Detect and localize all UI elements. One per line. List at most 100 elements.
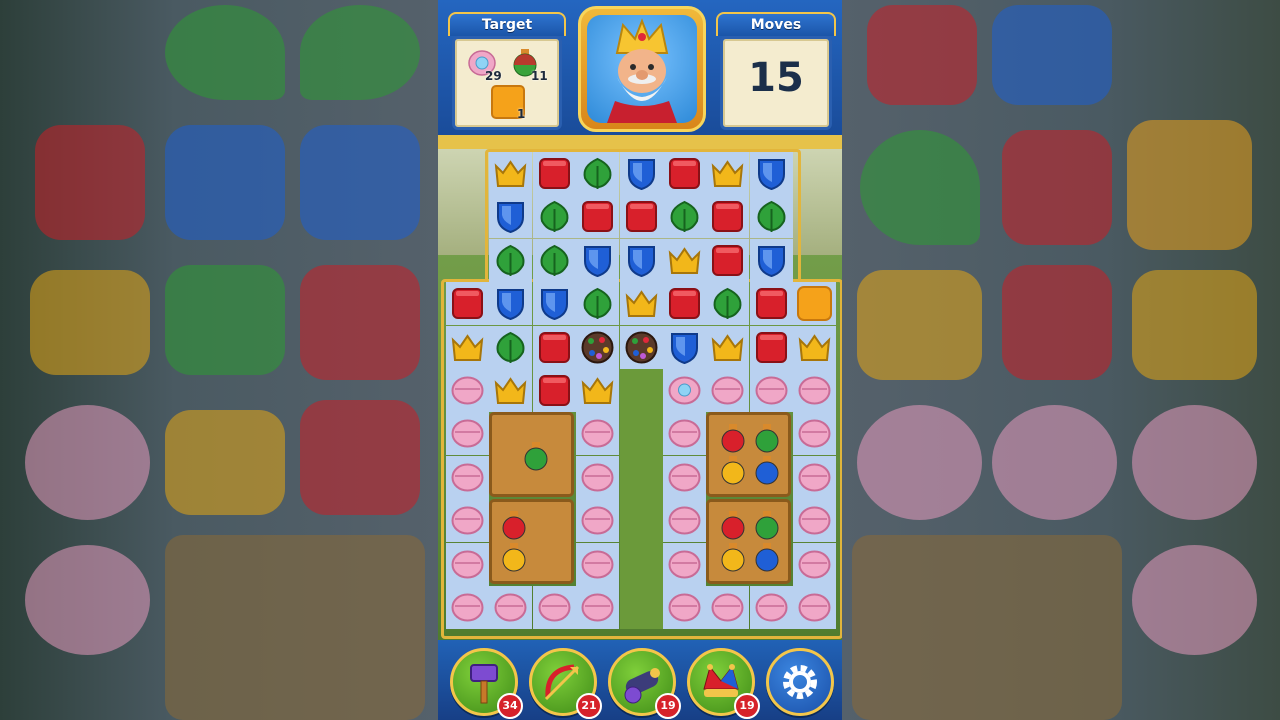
yellow-crown-tile[interactable] — [706, 325, 750, 369]
pink-shell-tile[interactable] — [793, 499, 837, 543]
pink-shell-tile[interactable] — [576, 499, 620, 543]
green-leaf-tile[interactable] — [489, 238, 533, 282]
pink-shell-tile[interactable] — [576, 586, 620, 629]
yellow-crown-tile[interactable] — [489, 369, 533, 412]
pink-shell-tile-icon — [581, 419, 614, 448]
red-book-tile[interactable] — [663, 152, 706, 195]
pink-shell-tile[interactable] — [446, 586, 489, 629]
green-leaf-tile[interactable] — [532, 195, 576, 239]
pink-shell-tile[interactable] — [663, 455, 706, 499]
pink-shell-tile[interactable] — [576, 542, 620, 586]
blue-shield-tile[interactable] — [489, 282, 533, 326]
pink-shell-tile[interactable] — [793, 369, 837, 412]
pink-shell-tile[interactable] — [446, 542, 489, 586]
pink-shell-tile[interactable] — [446, 455, 489, 499]
pink-shell-tile[interactable] — [489, 586, 533, 629]
wooden-crate[interactable] — [706, 412, 792, 498]
wooden-crate[interactable] — [706, 499, 792, 584]
red-book-tile[interactable] — [749, 325, 793, 369]
pink-shell-tile-icon — [668, 506, 701, 535]
potion-jar-icon — [755, 543, 779, 572]
pink-shell-tile-icon — [798, 550, 831, 579]
pink-shell-tile[interactable] — [663, 412, 706, 456]
yellow-crown-tile[interactable] — [793, 325, 837, 369]
red-book-tile[interactable] — [532, 369, 576, 412]
pink-shell-tile[interactable] — [793, 455, 837, 499]
blue-shield-tile[interactable] — [749, 152, 793, 195]
yellow-crown-tile[interactable] — [576, 369, 620, 412]
blue-shield-tile[interactable] — [489, 195, 533, 239]
green-leaf-tile[interactable] — [489, 325, 533, 369]
pink-shell-tile[interactable] — [532, 586, 576, 629]
blue-shield-tile-icon — [584, 245, 612, 277]
red-book-tile[interactable] — [532, 325, 576, 369]
blue-shield-tile[interactable] — [619, 238, 663, 282]
yellow-crown-tile[interactable] — [663, 238, 706, 282]
pink-shell-tile[interactable] — [793, 412, 837, 456]
red-book-tile[interactable] — [663, 282, 706, 326]
pink-shell-tile[interactable] — [663, 542, 706, 586]
pink-shell-tile-icon — [581, 506, 614, 535]
green-leaf-tile[interactable] — [576, 152, 620, 195]
booster-bar: 34 21 19 19 — [438, 640, 842, 720]
pink-shell-tile-icon — [668, 419, 701, 448]
settings-button[interactable] — [766, 648, 834, 716]
jester-booster[interactable]: 19 — [687, 648, 760, 719]
pink-shell-tile[interactable] — [663, 586, 706, 629]
settings-gear-icon — [783, 665, 817, 699]
red-book-tile[interactable] — [706, 238, 750, 282]
blue-shield-tile[interactable] — [619, 152, 663, 195]
green-leaf-tile[interactable] — [663, 195, 706, 239]
rainbow-ball-tile[interactable] — [576, 325, 620, 369]
red-book-tile[interactable] — [532, 152, 576, 195]
red-book-tile[interactable] — [446, 282, 489, 326]
potion-jar-icon — [721, 456, 745, 485]
blur-crate — [852, 535, 1122, 720]
pink-shell-tile[interactable] — [576, 412, 620, 456]
blue-shield-tile[interactable] — [532, 282, 576, 326]
pink-shell-tile-icon — [451, 593, 484, 622]
pink-shell-tile[interactable] — [706, 369, 750, 412]
blue-shield-tile[interactable] — [663, 325, 706, 369]
pink-shell-tile[interactable] — [793, 586, 837, 629]
pink-shell-tile[interactable] — [446, 412, 489, 456]
yellow-crown-tile[interactable] — [706, 152, 750, 195]
rainbow-ball-tile[interactable] — [619, 325, 663, 369]
pink-shell-tile[interactable] — [749, 369, 793, 412]
red-book-tile-icon — [669, 288, 700, 320]
pink-shell-tile[interactable] — [793, 542, 837, 586]
blur-block — [867, 5, 977, 105]
blue-shield-tile[interactable] — [749, 238, 793, 282]
yellow-crown-tile-icon — [495, 160, 527, 187]
green-leaf-tile[interactable] — [706, 282, 750, 326]
pink-shell-tile[interactable] — [663, 499, 706, 543]
pink-shell-tile[interactable] — [446, 499, 489, 543]
hammer-booster[interactable]: 34 — [450, 648, 523, 719]
wooden-crate[interactable] — [489, 412, 575, 498]
green-leaf-tile[interactable] — [749, 195, 793, 239]
red-book-tile[interactable] — [749, 282, 793, 326]
blur-crown — [857, 270, 982, 380]
pink-shell-tile[interactable] — [706, 586, 750, 629]
yellow-crown-tile[interactable] — [619, 282, 663, 326]
red-book-tile[interactable] — [576, 195, 620, 239]
blur-shell — [992, 405, 1117, 520]
blue-shield-tile[interactable] — [576, 238, 620, 282]
wooden-crate[interactable] — [489, 499, 575, 584]
red-book-tile[interactable] — [706, 195, 750, 239]
green-leaf-tile[interactable] — [576, 282, 620, 326]
pink-shell-tile[interactable] — [749, 586, 793, 629]
pink-shell-tile[interactable] — [576, 455, 620, 499]
green-leaf-tile-icon — [670, 201, 699, 233]
yellow-crown-tile[interactable] — [489, 152, 533, 195]
orange-block-tile[interactable] — [793, 282, 837, 326]
cannon-booster[interactable]: 19 — [608, 648, 681, 719]
arrow-booster[interactable]: 21 — [529, 648, 602, 719]
yellow-crown-tile[interactable] — [446, 325, 489, 369]
green-leaf-tile[interactable] — [532, 238, 576, 282]
top-hud: Target 29 11 1 Moves 15 — [438, 0, 842, 135]
red-book-tile[interactable] — [619, 195, 663, 239]
pink-shell-tile[interactable] — [446, 369, 489, 412]
pink-shell-pearl-tile[interactable] — [663, 369, 706, 412]
potion-jar-icon — [524, 442, 548, 471]
